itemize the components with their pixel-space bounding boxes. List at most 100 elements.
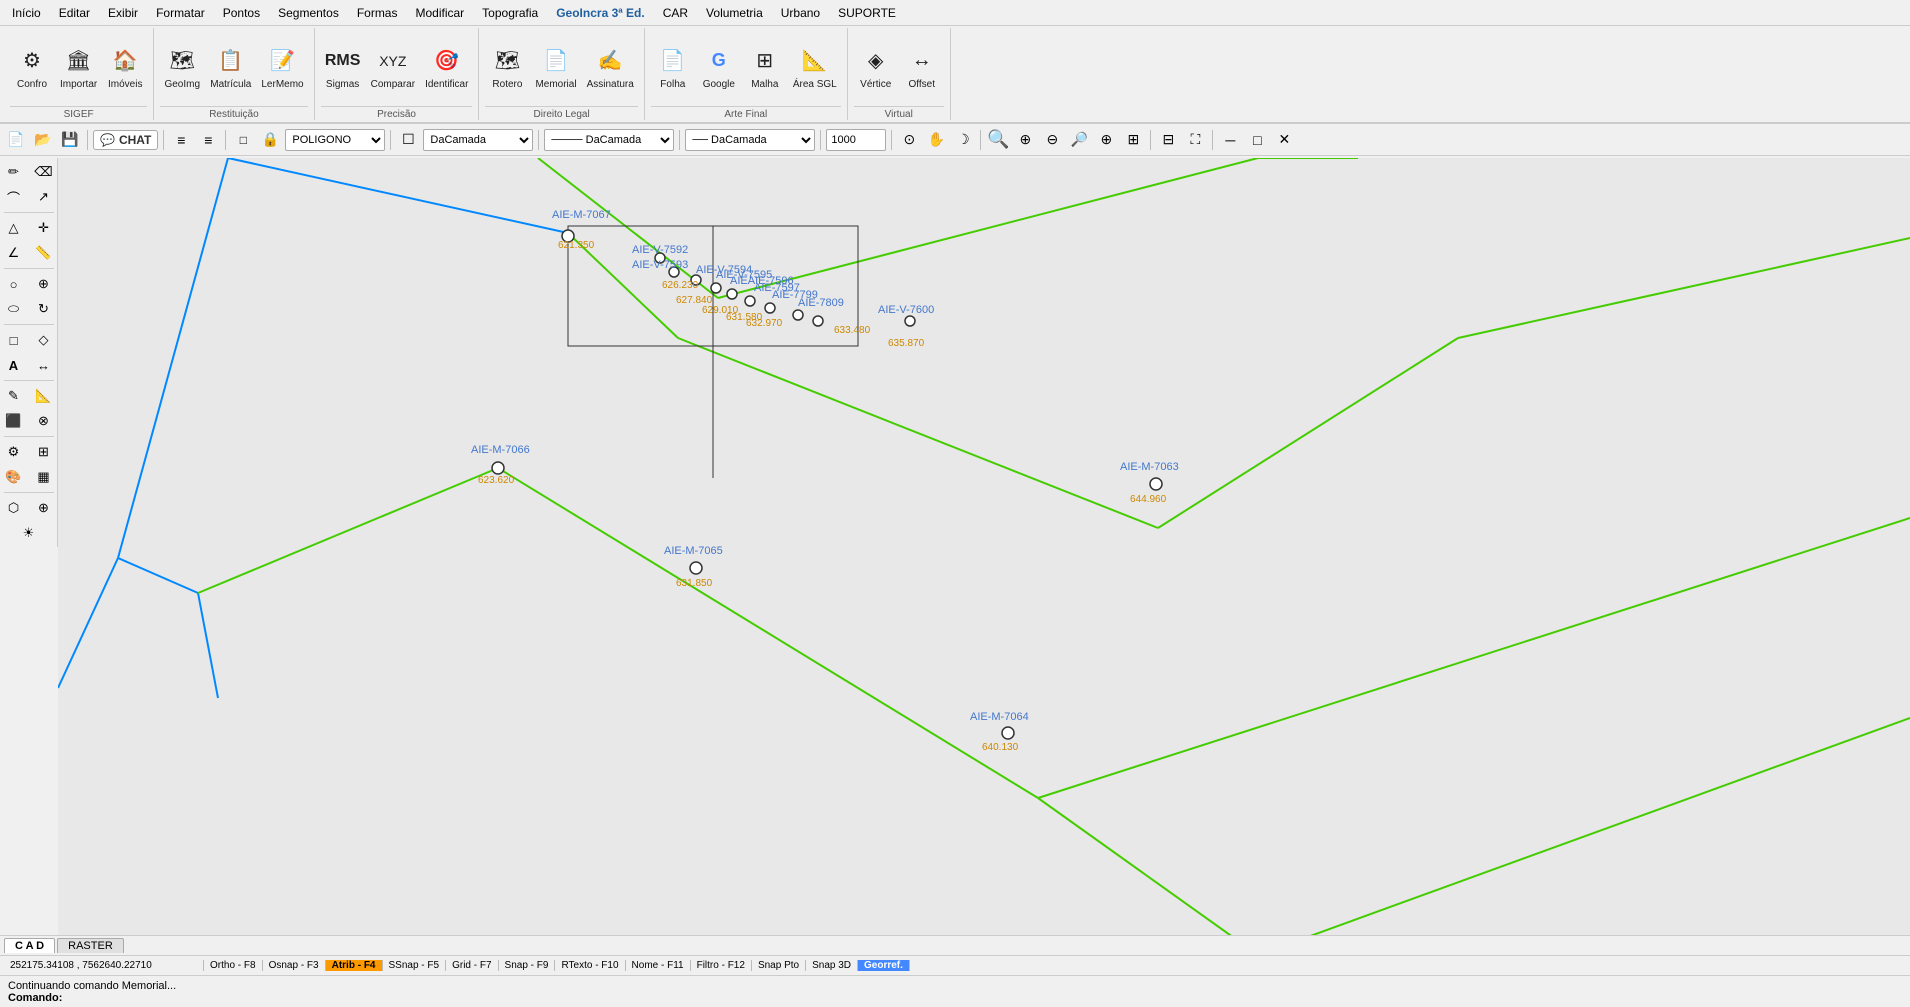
tab-cad[interactable]: C A D <box>4 938 55 953</box>
ssnap-f5[interactable]: SSnap - F5 <box>383 960 447 971</box>
snap-f9[interactable]: Snap - F9 <box>499 960 556 971</box>
tb-tools3[interactable]: ☽ <box>951 128 975 152</box>
menu-pontos[interactable]: Pontos <box>215 4 268 22</box>
tb-restore[interactable]: □ <box>1245 128 1269 152</box>
tb-save[interactable]: 💾 <box>58 128 82 152</box>
tb-table[interactable]: ⊟ <box>1156 128 1180 152</box>
lt-color[interactable]: 🎨 <box>0 465 28 489</box>
ribbon-google[interactable]: G Google <box>697 43 741 92</box>
atrib-f4[interactable]: Atrib - F4 <box>326 960 383 971</box>
menu-volumetria[interactable]: Volumetria <box>698 4 771 22</box>
tb-layers[interactable]: ≡ <box>169 128 193 152</box>
menu-formas[interactable]: Formas <box>349 4 406 22</box>
tb-zoom-out2[interactable]: 🔎 <box>1067 128 1091 152</box>
menu-segmentos[interactable]: Segmentos <box>270 4 347 22</box>
tb-zoom-fit2[interactable]: ⊞ <box>1121 128 1145 152</box>
lt-edit[interactable]: ✎ <box>0 384 28 408</box>
lt-select[interactable]: ↗ <box>30 185 58 209</box>
lt-fill[interactable]: ⬛ <box>0 409 28 433</box>
menu-car[interactable]: CAR <box>655 4 696 22</box>
tb-minimize[interactable]: ─ <box>1218 128 1242 152</box>
tb-zoom-in2[interactable]: ⊕ <box>1013 128 1037 152</box>
tb-zoom-out[interactable]: ⊖ <box>1040 128 1064 152</box>
ribbon-assinatura[interactable]: ✍ Assinatura <box>583 43 638 92</box>
tb-zoom-fit[interactable]: ⊕ <box>1094 128 1118 152</box>
ribbon-offset[interactable]: ↔ Offset <box>900 43 944 92</box>
zoom-input[interactable] <box>826 129 886 151</box>
ribbon-sigmas[interactable]: RMS Sigmas <box>321 43 365 92</box>
lt-curve[interactable]: ⌒ <box>0 185 28 209</box>
lt-snap[interactable]: ⊗ <box>30 409 58 433</box>
ribbon-malha[interactable]: ⊞ Malha <box>743 43 787 92</box>
lt-triangle[interactable]: △ <box>0 216 28 240</box>
lt-move[interactable]: ✛ <box>30 216 58 240</box>
lt-ellipse[interactable]: ⬭ <box>0 297 28 321</box>
chat-button[interactable]: 💬 CHAT <box>93 130 158 150</box>
layer-select3[interactable]: ── DaCamada <box>685 129 815 151</box>
snap-pto[interactable]: Snap Pto <box>752 960 806 971</box>
menu-formatar[interactable]: Formatar <box>148 4 213 22</box>
tb-new[interactable]: 📄 <box>4 128 28 152</box>
tb-close[interactable]: ✕ <box>1272 128 1296 152</box>
menu-inicio[interactable]: Início <box>4 4 49 22</box>
lt-pen[interactable]: ✏ <box>0 160 28 184</box>
ribbon-lermemo[interactable]: 📝 LerMemo <box>257 43 307 92</box>
ortho-f8[interactable]: Ortho - F8 <box>204 960 263 971</box>
ribbon-confro[interactable]: ⚙ Confro <box>10 43 54 92</box>
menu-urbano[interactable]: Urbano <box>773 4 828 22</box>
nome-f11[interactable]: Nome - F11 <box>626 960 691 971</box>
georref[interactable]: Georref. <box>858 960 910 971</box>
lt-extra[interactable]: ⊕ <box>30 496 58 520</box>
menu-suporte[interactable]: SUPORTE <box>830 4 904 22</box>
filtro-f12[interactable]: Filtro - F12 <box>691 960 752 971</box>
tb-layers2[interactable]: ≡ <box>196 128 220 152</box>
menu-exibir[interactable]: Exibir <box>100 4 146 22</box>
lt-pattern[interactable]: ▦ <box>30 465 58 489</box>
tb-tools2[interactable]: ✋ <box>924 128 948 152</box>
ribbon-roteiro[interactable]: 🗺 Rotero <box>485 43 529 92</box>
lt-crosshair[interactable]: ⊕ <box>30 272 58 296</box>
lt-ruler[interactable]: 📏 <box>30 241 58 265</box>
ribbon-folha[interactable]: 📄 Folha <box>651 43 695 92</box>
tb-fullscreen[interactable]: ⛶ <box>1183 128 1207 152</box>
rtexto-f10[interactable]: RTexto - F10 <box>555 960 625 971</box>
ribbon-memorial[interactable]: 📄 Memorial <box>531 43 580 92</box>
layer-select1[interactable]: DaCamada <box>423 129 533 151</box>
menu-modificar[interactable]: Modificar <box>407 4 472 22</box>
lt-text[interactable]: A <box>0 353 28 377</box>
lt-angle[interactable]: ∠ <box>0 241 28 265</box>
ribbon-area-sgl[interactable]: 📐 Área SGL <box>789 43 841 92</box>
snap-3d[interactable]: Snap 3D <box>806 960 858 971</box>
tb-checkbox[interactable]: ☐ <box>396 128 420 152</box>
lt-settings[interactable]: ⚙ <box>0 440 28 464</box>
ribbon-identificar[interactable]: 🎯 Identificar <box>421 43 472 92</box>
lt-zoom-window[interactable]: ⬡ <box>0 496 28 520</box>
ribbon-geoimg[interactable]: 🗺 GeoImg <box>160 43 204 92</box>
lt-rotate[interactable]: ↻ <box>30 297 58 321</box>
tb-open[interactable]: 📂 <box>31 128 55 152</box>
lt-grid[interactable]: ⊞ <box>30 440 58 464</box>
osnap-f3[interactable]: Osnap - F3 <box>263 960 326 971</box>
lt-dimension[interactable]: ↔ <box>30 353 58 377</box>
lt-circle[interactable]: ○ <box>0 272 28 296</box>
grid-f7[interactable]: Grid - F7 <box>446 960 498 971</box>
ribbon-imoveis[interactable]: 🏠 Imóveis <box>103 43 147 92</box>
tb-sep6 <box>679 130 680 150</box>
lt-eraser[interactable]: ⌫ <box>30 160 58 184</box>
lt-measure[interactable]: 📐 <box>30 384 58 408</box>
tb-lock[interactable]: 🔒 <box>258 128 282 152</box>
tb-zoom-in[interactable]: 🔍 <box>986 128 1010 152</box>
lt-rectangle[interactable]: □ <box>0 328 28 352</box>
tab-raster[interactable]: RASTER <box>57 938 124 953</box>
ribbon-comparar[interactable]: XYZ Comparar <box>367 43 419 92</box>
menu-editar[interactable]: Editar <box>51 4 98 22</box>
layer-select2[interactable]: ──── DaCamada <box>544 129 674 151</box>
ribbon-vertice[interactable]: ◈ Vértice <box>854 43 898 92</box>
tb-tools1[interactable]: ⊙ <box>897 128 921 152</box>
lt-north[interactable]: ☀ <box>15 521 43 545</box>
lt-diamond[interactable]: ◇ <box>30 328 58 352</box>
ribbon-importar[interactable]: 🏛 Importar <box>56 43 101 92</box>
ribbon-matricula[interactable]: 📋 Matrícula <box>206 43 255 92</box>
shape-select[interactable]: POLIGONO <box>285 129 385 151</box>
menu-topografia[interactable]: Topografia <box>474 4 546 22</box>
